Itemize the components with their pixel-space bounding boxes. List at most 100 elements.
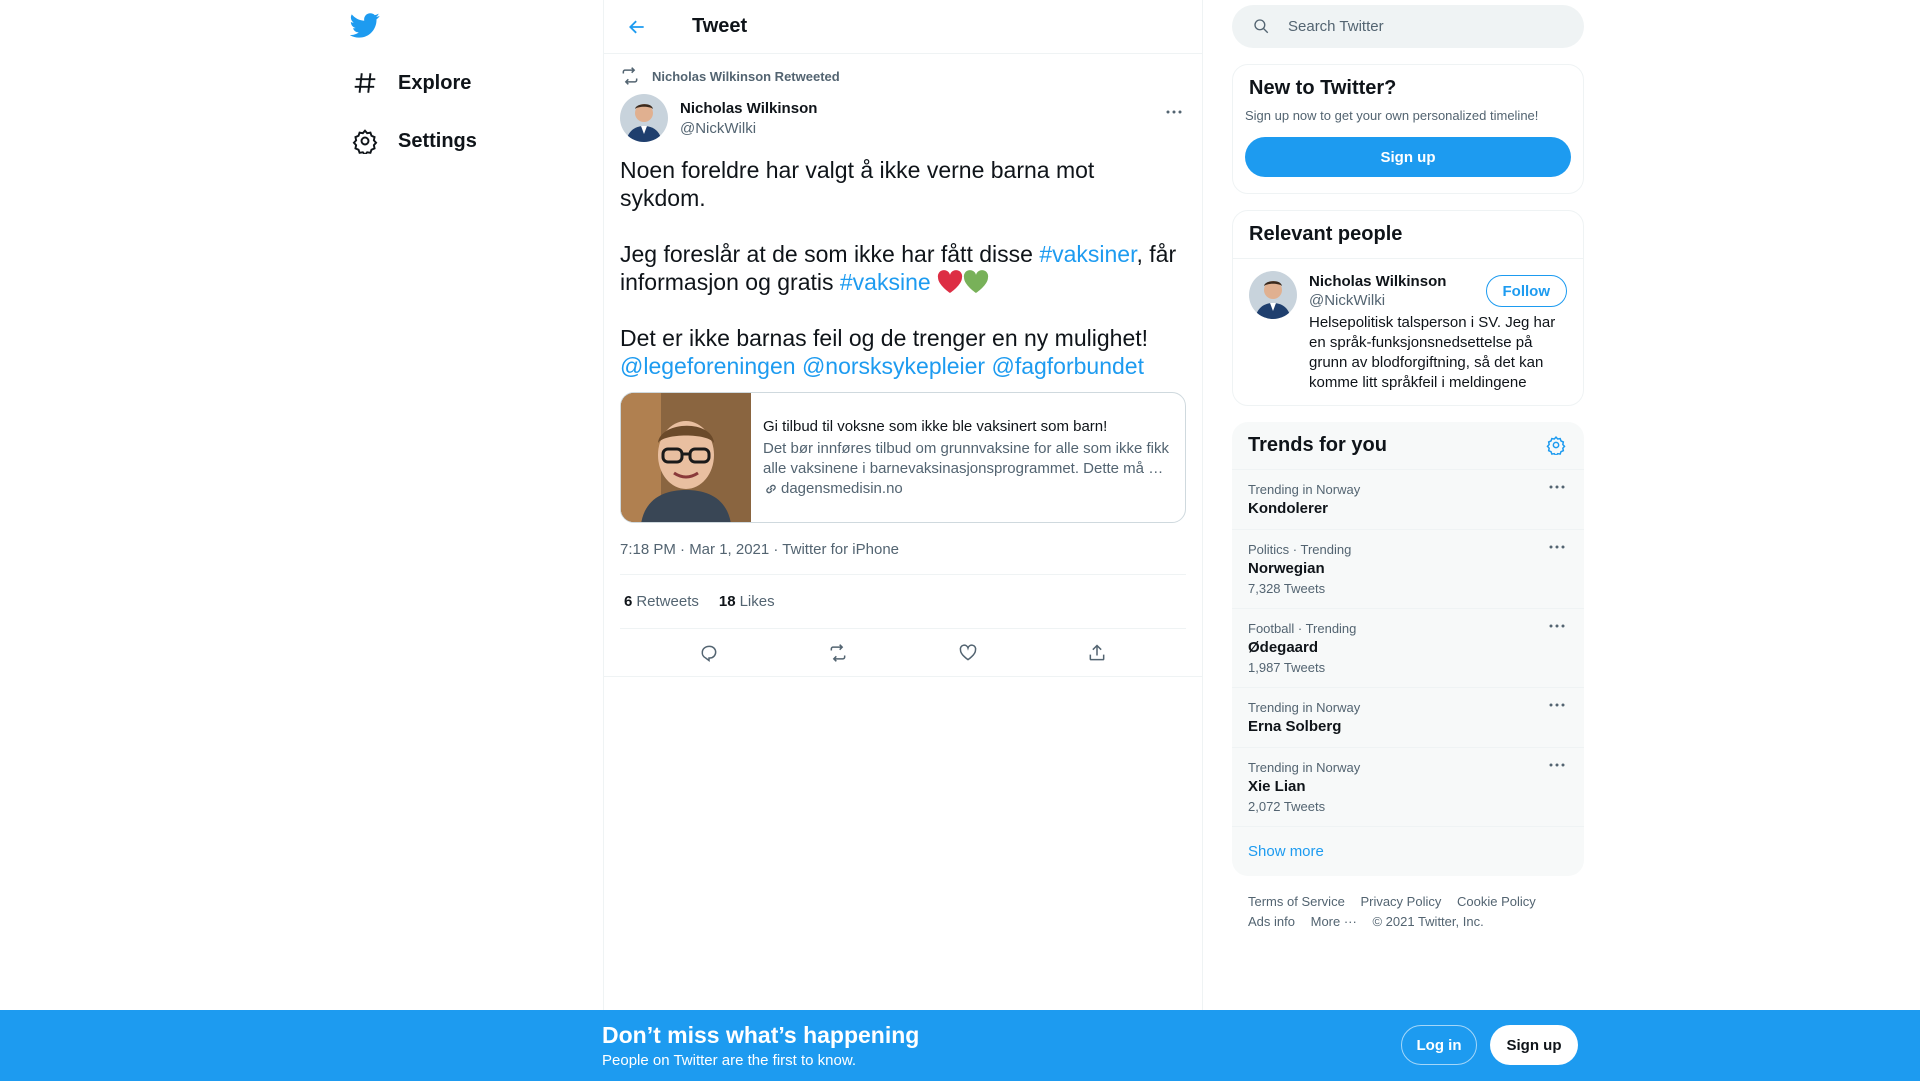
retweets-count: 6 <box>624 593 633 610</box>
red-heart-icon <box>937 270 963 294</box>
signup-prompt-bar: Don’t miss what’s happening People on Tw… <box>0 1010 1920 1081</box>
trend-context: Trending in Norway <box>1248 700 1361 715</box>
trend-item[interactable]: Trending in Norway Erna Solberg <box>1232 687 1584 747</box>
search-icon <box>1252 17 1272 37</box>
trend-count: 1,987 Tweets <box>1248 660 1326 675</box>
tweet-stats: 6 Retweets 18 Likes <box>620 575 1186 629</box>
nav-explore[interactable]: Explore <box>350 63 471 103</box>
more-link[interactable]: More ··· <box>1311 914 1357 929</box>
cookie-link[interactable]: Cookie Policy <box>1457 894 1536 909</box>
retweet-icon <box>620 66 640 86</box>
likes-stat[interactable]: 18 Likes <box>719 593 775 610</box>
hashtag-link[interactable]: #vaksine <box>840 269 931 295</box>
footer-links: Terms of Service Privacy Policy Cookie P… <box>1232 876 1584 948</box>
trend-count: 2,072 Tweets <box>1248 799 1326 814</box>
share-icon[interactable] <box>1077 633 1117 673</box>
link-card[interactable]: Gi tilbud til voksne som ikke ble vaksin… <box>620 392 1186 523</box>
gear-icon[interactable] <box>1546 435 1568 457</box>
more-options-icon[interactable] <box>1548 702 1568 718</box>
nav-explore-label: Explore <box>398 71 472 94</box>
more-options-icon[interactable] <box>1548 484 1568 500</box>
relevant-person[interactable]: Nicholas Wilkinson @NickWilki Helsepolit… <box>1233 259 1583 405</box>
trend-name: Norwegian <box>1248 560 1325 577</box>
sidebar-signup-button[interactable]: Sign up <box>1245 137 1571 177</box>
author-name[interactable]: Nicholas Wilkinson <box>680 100 817 117</box>
mention-link[interactable]: @norsksykepleier <box>802 353 985 379</box>
trend-name: Ødegaard <box>1248 639 1319 656</box>
hashtag-icon <box>350 68 380 98</box>
tweet-timestamp[interactable]: 7:18 PM · Mar 1, 2021 · Twitter for iPho… <box>620 541 1186 575</box>
more-options-icon[interactable] <box>1548 762 1568 778</box>
card-domain: dagensmedisin.no <box>763 479 1173 499</box>
ads-info-link[interactable]: Ads info <box>1248 914 1295 929</box>
tweet-text: Noen foreldre har valgt å ikke verne bar… <box>620 156 1186 380</box>
card-description: Det bør innføres tilbud om grunnvaksine … <box>763 440 1169 477</box>
trend-name: Kondolerer <box>1248 500 1329 517</box>
avatar[interactable] <box>1249 271 1297 319</box>
trend-context: Football · Trending <box>1248 621 1357 636</box>
nav-settings[interactable]: Settings <box>350 121 477 161</box>
trend-item[interactable]: Politics · Trending Norwegian 7,328 Twee… <box>1232 529 1584 608</box>
mention-link[interactable]: @legeforeningen <box>620 353 796 379</box>
trend-item[interactable]: Football · Trending Ødegaard 1,987 Tweet… <box>1232 608 1584 687</box>
more-options-icon[interactable] <box>1162 102 1186 122</box>
bottom-bar-subtitle: People on Twitter are the first to know. <box>602 1052 857 1069</box>
trend-name: Erna Solberg <box>1248 718 1342 735</box>
relevant-people-panel: Relevant people Nicholas Wilkinson @Nick… <box>1232 210 1584 406</box>
right-sidebar: New to Twitter? Sign up now to get your … <box>1232 0 1584 948</box>
terms-link[interactable]: Terms of Service <box>1248 894 1345 909</box>
likes-label: Likes <box>739 593 775 610</box>
gear-icon <box>350 126 380 156</box>
retweeted-by-label[interactable]: Nicholas Wilkinson Retweeted <box>652 69 840 84</box>
retweet-context: Nicholas Wilkinson Retweeted <box>620 58 1186 94</box>
trend-context: Trending in Norway <box>1248 760 1361 775</box>
trend-context: Politics · Trending <box>1248 542 1352 557</box>
tweet-text-segment: Det er ikke barnas feil og de trenger en… <box>620 325 1149 351</box>
tweet-paragraph: Noen foreldre har valgt å ikke verne bar… <box>620 157 1095 211</box>
show-more-link[interactable]: Show more <box>1232 826 1584 876</box>
tweet-actions <box>604 629 1202 677</box>
tweet: Nicholas Wilkinson Retweeted Nicholas Wi… <box>604 58 1202 677</box>
new-to-twitter-panel: New to Twitter? Sign up now to get your … <box>1232 64 1584 194</box>
privacy-link[interactable]: Privacy Policy <box>1360 894 1441 909</box>
trend-item[interactable]: Trending in Norway Kondolerer <box>1232 469 1584 529</box>
panel-title: New to Twitter? <box>1249 77 1397 99</box>
follow-button[interactable]: Follow <box>1485 275 1567 307</box>
back-arrow-icon[interactable] <box>624 14 650 40</box>
retweets-stat[interactable]: 6 Retweets <box>624 593 699 610</box>
tweet-paragraph: Det er ikke barnas feil og de trenger en… <box>620 324 1186 380</box>
login-button[interactable]: Log in <box>1401 1025 1477 1065</box>
bottom-signup-button[interactable]: Sign up <box>1490 1025 1578 1065</box>
mention-link[interactable]: @fagforbundet <box>991 353 1144 379</box>
retweet-button-icon[interactable] <box>818 633 858 673</box>
reply-icon[interactable] <box>689 633 729 673</box>
panel-title: Trends for you <box>1248 434 1387 456</box>
card-thumbnail <box>621 393 751 522</box>
retweets-label: Retweets <box>636 593 699 610</box>
new-to-twitter-subtitle: Sign up now to get your own personalized… <box>1245 108 1539 123</box>
link-icon <box>763 481 779 497</box>
avatar[interactable] <box>620 94 668 142</box>
card-title: Gi tilbud til voksne som ikke ble vaksin… <box>763 418 1108 435</box>
relevant-bio: Helsepolitisk talsperson i SV. Jeg har e… <box>1309 314 1556 391</box>
author-handle[interactable]: @NickWilki <box>680 120 817 137</box>
main-header: Tweet <box>604 0 1202 54</box>
page-title: Tweet <box>692 15 748 37</box>
green-heart-icon <box>963 270 989 294</box>
search-box[interactable] <box>1232 5 1584 48</box>
trend-name: Xie Lian <box>1248 778 1306 795</box>
trend-item[interactable]: Trending in Norway Xie Lian 2,072 Tweets <box>1232 747 1584 826</box>
more-options-icon[interactable] <box>1548 623 1568 639</box>
trends-header: Trends for you <box>1232 422 1584 469</box>
twitter-logo-icon[interactable] <box>349 10 382 42</box>
trends-panel: Trends for you Trending in Norway Kondol… <box>1232 422 1584 876</box>
tweet-paragraph: Jeg foreslår at de som ikke har fått dis… <box>620 240 1186 296</box>
trend-count: 7,328 Tweets <box>1248 581 1326 596</box>
like-heart-icon[interactable] <box>948 633 988 673</box>
hashtag-link[interactable]: #vaksiner <box>1039 241 1136 267</box>
main-column: Tweet Nicholas Wilkinson Retweeted Nicho… <box>603 0 1203 1010</box>
bottom-bar-title: Don’t miss what’s happening <box>602 1022 920 1048</box>
search-input[interactable] <box>1288 18 1548 35</box>
more-options-icon[interactable] <box>1548 544 1568 560</box>
trend-context: Trending in Norway <box>1248 482 1361 497</box>
